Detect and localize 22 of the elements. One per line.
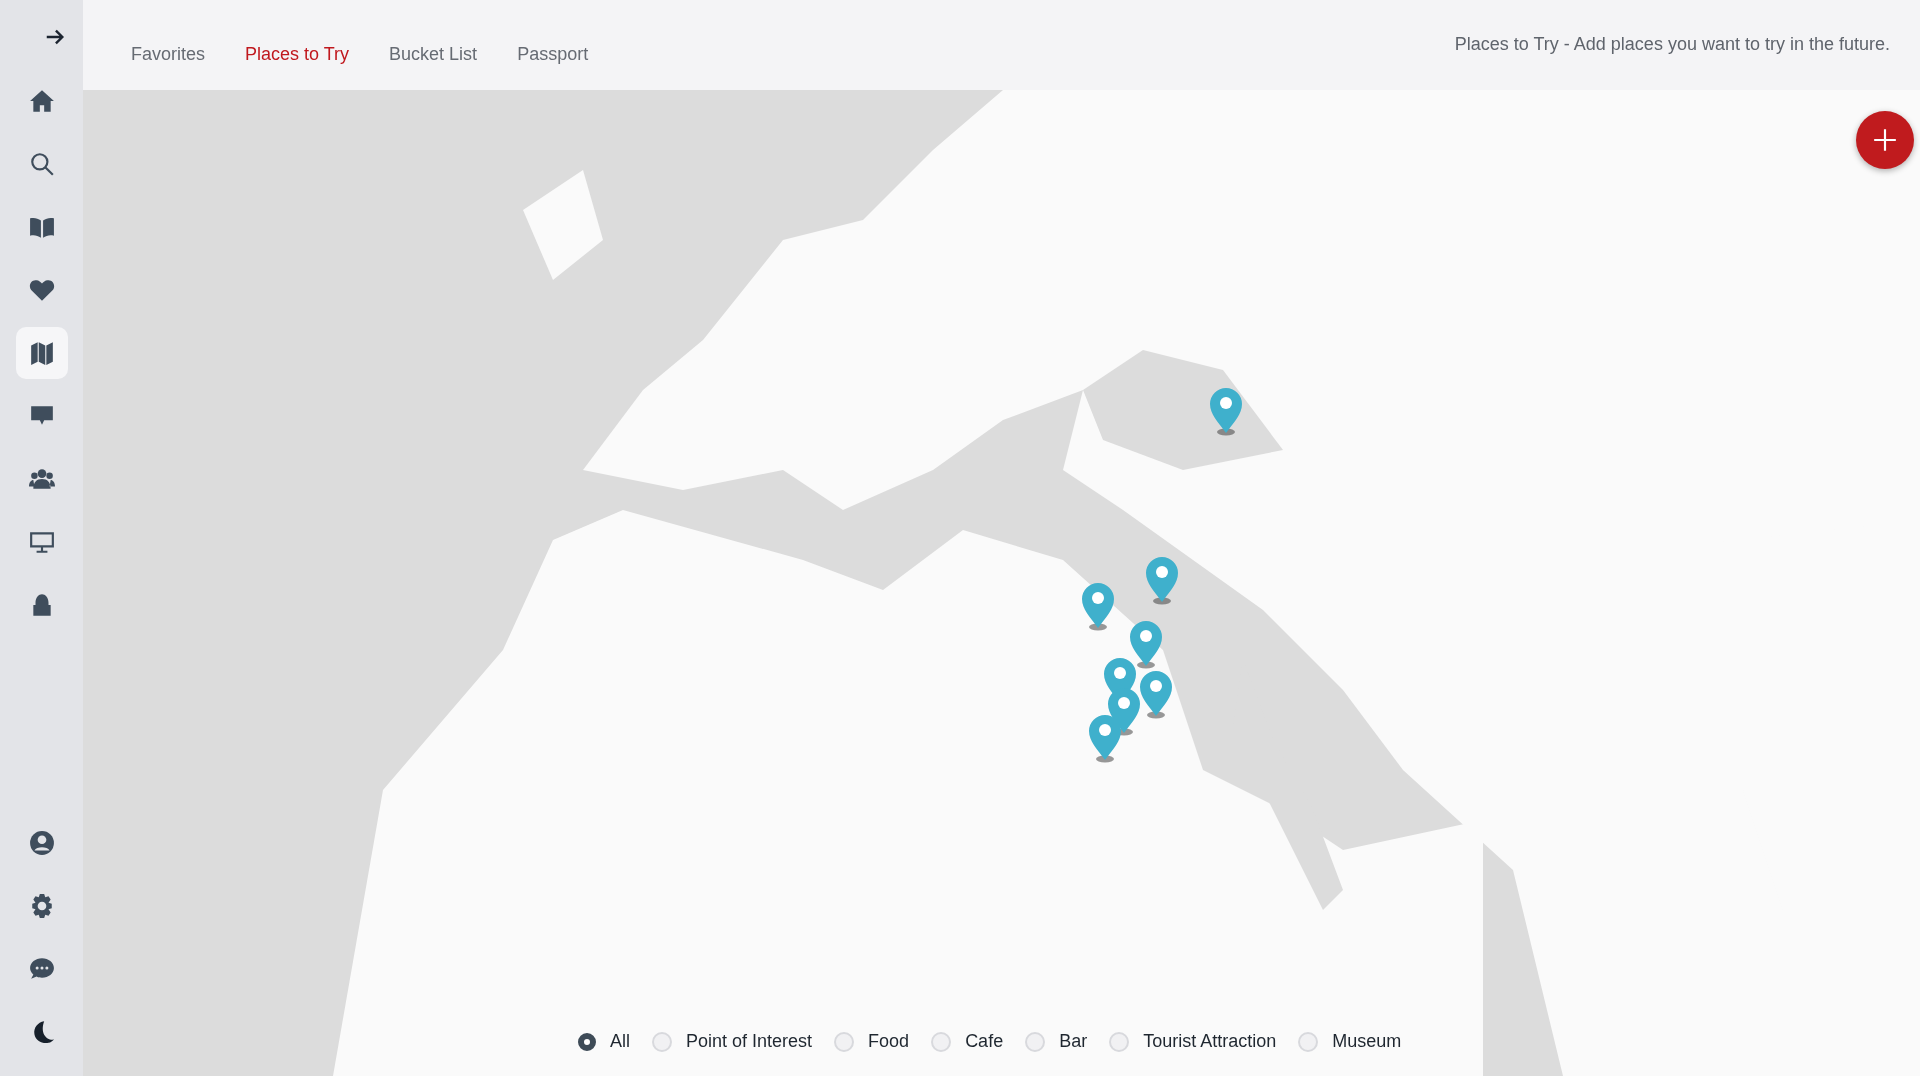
filter-radio[interactable]: Tourist Attraction (1109, 1031, 1277, 1052)
page-description: Places to Try - Add places you want to try in the future. (1454, 34, 1890, 55)
plus-icon (1872, 127, 1898, 153)
filter-radio[interactable]: Museum (1298, 1031, 1402, 1052)
filter-radio[interactable]: Point of Interest (652, 1031, 813, 1052)
home-icon (28, 88, 55, 114)
tab[interactable]: Passport (509, 40, 597, 69)
user-icon (28, 830, 55, 856)
monitor-icon (28, 529, 55, 555)
message-icon (28, 956, 55, 982)
filter-radio[interactable]: All (578, 1031, 630, 1052)
people-icon (28, 466, 55, 492)
map-icon (28, 340, 55, 366)
filter-radio[interactable]: Bar (1025, 1031, 1088, 1052)
tab[interactable]: Bucket List (381, 40, 486, 69)
heart-icon (28, 277, 55, 303)
tab[interactable]: Places to Try (237, 40, 358, 69)
tab[interactable]: Favorites (123, 40, 214, 69)
sidebar-item[interactable] (15, 327, 68, 379)
search-icon (28, 151, 55, 177)
filter-radio[interactable]: Food (834, 1031, 910, 1052)
filter-radio[interactable]: Cafe (931, 1031, 1004, 1052)
